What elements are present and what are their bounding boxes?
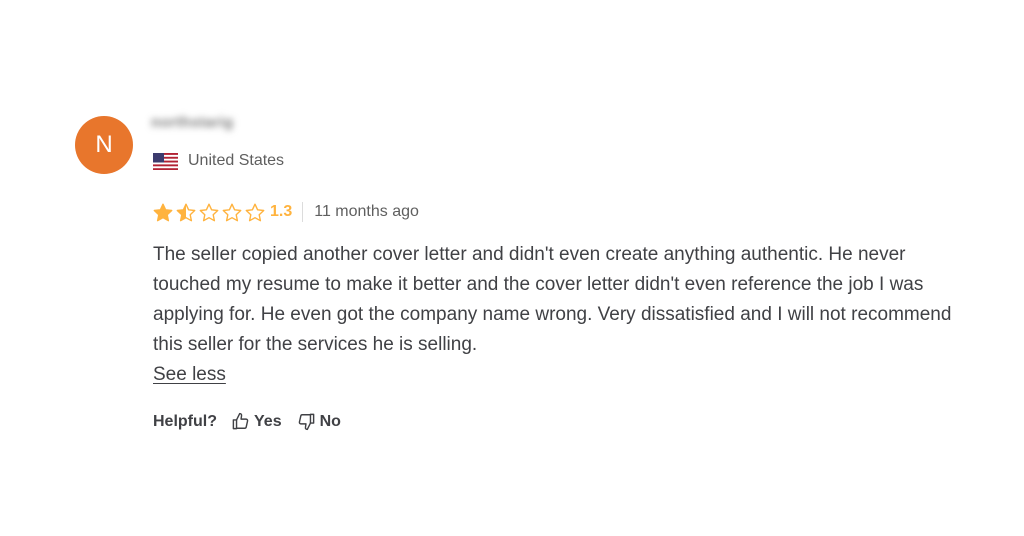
review-time: 11 months ago (314, 203, 419, 220)
rating-row: 1.3 11 months ago (153, 202, 419, 222)
helpful-yes-button[interactable]: Yes (231, 412, 282, 431)
see-less-link[interactable]: See less (153, 360, 226, 390)
star-icon-full (153, 203, 173, 221)
us-flag-icon (153, 152, 178, 170)
thumbs-up-icon (232, 412, 249, 430)
review-text: The seller copied another cover letter a… (153, 244, 952, 355)
helpful-label: Helpful? (153, 412, 217, 430)
reviewer-country: United States (153, 152, 284, 170)
star-icon-empty (245, 203, 265, 221)
star-icon-empty (222, 203, 242, 221)
helpful-no-label: No (319, 412, 341, 430)
helpful-yes-label: Yes (254, 412, 282, 430)
divider (302, 202, 304, 222)
rating-score: 1.3 (270, 203, 293, 220)
star-icon-empty (199, 203, 219, 221)
country-name: United States (188, 152, 285, 169)
helpful-no-button[interactable]: No (297, 412, 341, 431)
helpful-section: Helpful? Yes No (153, 412, 341, 431)
star-icon-half (176, 203, 196, 221)
avatar[interactable]: N (75, 116, 133, 174)
star-rating (153, 203, 265, 222)
thumbs-down-icon (298, 413, 314, 431)
reviewer-username[interactable]: northstarig (151, 114, 233, 131)
